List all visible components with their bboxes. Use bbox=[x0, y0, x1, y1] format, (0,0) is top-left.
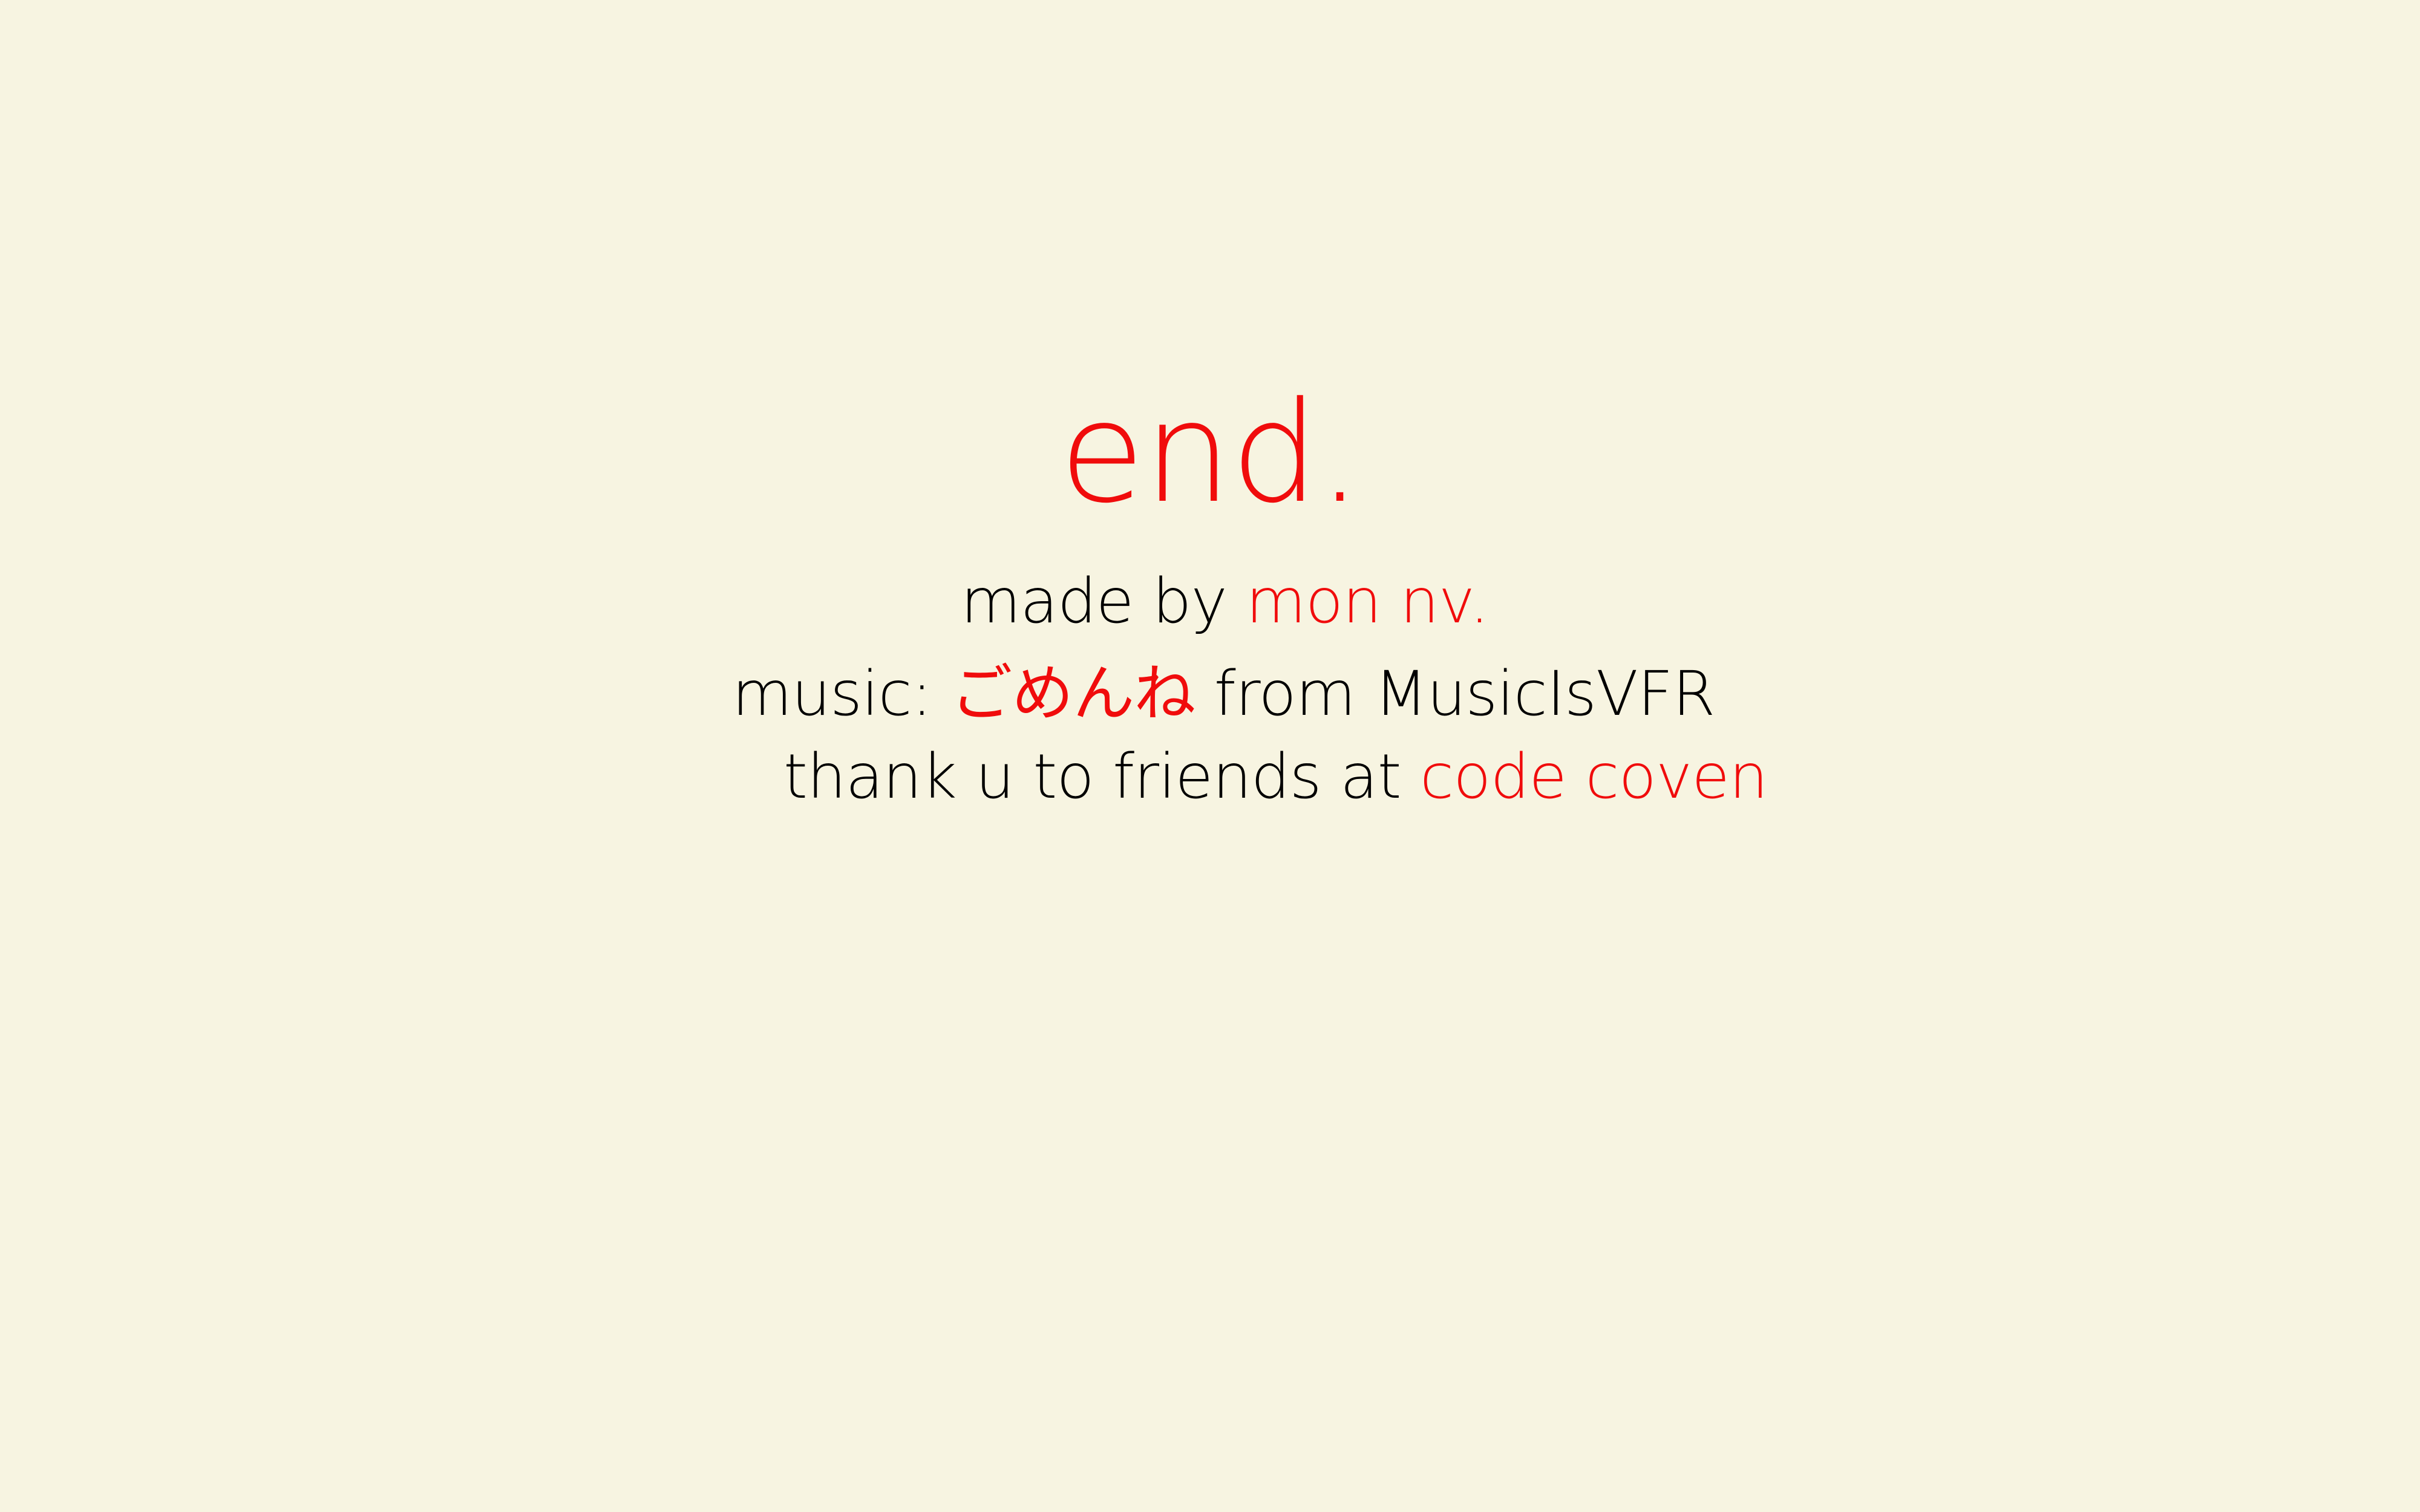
music-source: from MusicIsVFR bbox=[1195, 658, 1716, 730]
made-by-prefix: made by bbox=[961, 565, 1246, 637]
music-prefix: music: bbox=[732, 658, 951, 730]
song-title: ごめんね bbox=[950, 658, 1195, 730]
author-name: mon nv. bbox=[1246, 565, 1489, 637]
end-title: end. bbox=[1059, 373, 1362, 534]
thanks-prefix: thank u to friends at bbox=[783, 741, 1420, 813]
made-by-credit: made by mon nv. bbox=[961, 565, 1490, 638]
music-credit: music: ごめんね from MusicIsVFR bbox=[732, 658, 1715, 731]
group-name: code coven bbox=[1420, 741, 1768, 813]
thanks-credit: thank u to friends at code coven bbox=[783, 741, 1768, 813]
credits-screen: { "colors": { "background": "#f7f4e1", "… bbox=[0, 0, 2420, 1512]
